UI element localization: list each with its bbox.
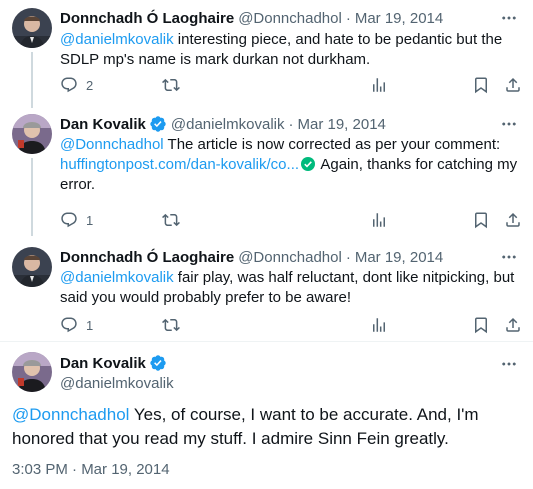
- reply-button[interactable]: 1: [60, 315, 93, 335]
- reply-icon: [60, 76, 78, 94]
- author-name[interactable]: Dan Kovalik: [60, 116, 146, 133]
- retweet-button[interactable]: [162, 210, 180, 230]
- tweet-text: @Donnchadhol The article is now correcte…: [60, 135, 522, 195]
- bookmark-icon: [472, 316, 490, 334]
- thread-line: [31, 52, 33, 108]
- verified-badge-icon: [149, 354, 167, 372]
- more-horizontal-icon[interactable]: [499, 114, 519, 134]
- views-button[interactable]: [370, 315, 388, 335]
- reply-count: 2: [86, 77, 94, 93]
- author-handle[interactable]: @Donnchadhol: [238, 249, 342, 266]
- author-name[interactable]: Donnchadh Ó Laoghaire: [60, 249, 234, 266]
- more-horizontal-icon[interactable]: [499, 247, 519, 267]
- bookmark-icon: [472, 76, 490, 94]
- share-button[interactable]: [504, 75, 522, 95]
- action-bar: 2: [60, 75, 522, 95]
- avatar[interactable]: [12, 8, 52, 48]
- reply-tweet-3[interactable]: Donnchadh Ó Laoghaire @Donnchadhol · Mar…: [0, 236, 533, 344]
- retweet-icon: [162, 316, 180, 334]
- thread-line: [31, 158, 33, 236]
- tweet-date[interactable]: Mar 19, 2014: [297, 116, 385, 133]
- tweet-header: Donnchadh Ó Laoghaire @Donnchadhol · Mar…: [60, 247, 443, 267]
- tweet-header: Dan Kovalik @danielmkovalik · Mar 19, 20…: [60, 114, 386, 134]
- more-horizontal-icon[interactable]: [499, 354, 519, 374]
- retweet-button[interactable]: [162, 315, 180, 335]
- bookmark-button[interactable]: [472, 315, 490, 335]
- bookmark-button[interactable]: [472, 210, 490, 230]
- separator: ·: [345, 248, 351, 266]
- author-name[interactable]: Dan Kovalik: [60, 355, 146, 372]
- action-bar: 1: [60, 210, 522, 230]
- tweet-text: @danielmkovalik fair play, was half relu…: [60, 268, 522, 308]
- reply-icon: [60, 211, 78, 229]
- author-block: Dan Kovalik @danielmkovalik: [60, 353, 174, 395]
- avatar[interactable]: [12, 352, 52, 392]
- views-button[interactable]: [370, 75, 388, 95]
- share-button[interactable]: [504, 210, 522, 230]
- mention-link[interactable]: @Donnchadhol: [60, 136, 164, 153]
- share-icon: [504, 211, 522, 229]
- tweet-text: @danielmkovalik interesting piece, and h…: [60, 30, 522, 70]
- tweet-timestamp[interactable]: 3:03 PM · Mar 19, 2014: [12, 460, 170, 480]
- tweet-text: @Donnchadhol Yes, of course, I want to b…: [12, 403, 522, 451]
- share-icon: [504, 76, 522, 94]
- more-horizontal-icon[interactable]: [499, 8, 519, 28]
- bookmark-button[interactable]: [472, 75, 490, 95]
- separator: ·: [288, 115, 294, 133]
- reply-button[interactable]: 1: [60, 210, 93, 230]
- author-handle[interactable]: @danielmkovalik: [60, 375, 174, 395]
- share-button[interactable]: [504, 315, 522, 335]
- article-link[interactable]: huffingtonpost.com/dan-kovalik/co...: [60, 156, 299, 173]
- mention-link[interactable]: @danielmkovalik: [60, 269, 174, 286]
- tweet-body: The article is now corrected as per your…: [163, 136, 501, 153]
- verified-badge-icon: [149, 115, 167, 133]
- retweet-icon: [162, 76, 180, 94]
- author-name[interactable]: Donnchadh Ó Laoghaire: [60, 10, 234, 27]
- views-icon: [370, 316, 388, 334]
- author-handle[interactable]: @danielmkovalik: [171, 116, 285, 133]
- tweet-date[interactable]: Mar 19, 2014: [355, 249, 443, 266]
- share-icon: [504, 316, 522, 334]
- mention-link[interactable]: @Donnchadhol: [12, 405, 129, 424]
- author-handle[interactable]: @Donnchadhol: [238, 10, 342, 27]
- reply-tweet-2[interactable]: Dan Kovalik @danielmkovalik · Mar 19, 20…: [0, 108, 533, 236]
- reply-button[interactable]: 2: [60, 75, 93, 95]
- mention-link[interactable]: @danielmkovalik: [60, 31, 174, 48]
- focused-tweet: Dan Kovalik @danielmkovalik @Donnchadhol…: [0, 342, 533, 489]
- retweet-button[interactable]: [162, 75, 180, 95]
- reply-count: 1: [86, 212, 94, 228]
- views-icon: [370, 76, 388, 94]
- check-mark-icon: [301, 157, 316, 171]
- views-icon: [370, 211, 388, 229]
- retweet-icon: [162, 211, 180, 229]
- author-name-row[interactable]: Dan Kovalik: [60, 353, 174, 373]
- avatar[interactable]: [12, 114, 52, 154]
- reply-icon: [60, 316, 78, 334]
- tweet-header: Donnchadh Ó Laoghaire @Donnchadhol · Mar…: [60, 8, 443, 28]
- tweet-date[interactable]: Mar 19, 2014: [355, 10, 443, 27]
- avatar[interactable]: [12, 247, 52, 287]
- reply-tweet-1[interactable]: Donnchadh Ó Laoghaire @Donnchadhol · Mar…: [0, 0, 533, 108]
- reply-count: 1: [86, 317, 94, 333]
- views-button[interactable]: [370, 210, 388, 230]
- bookmark-icon: [472, 211, 490, 229]
- action-bar: 1: [60, 315, 522, 335]
- separator: ·: [345, 9, 351, 27]
